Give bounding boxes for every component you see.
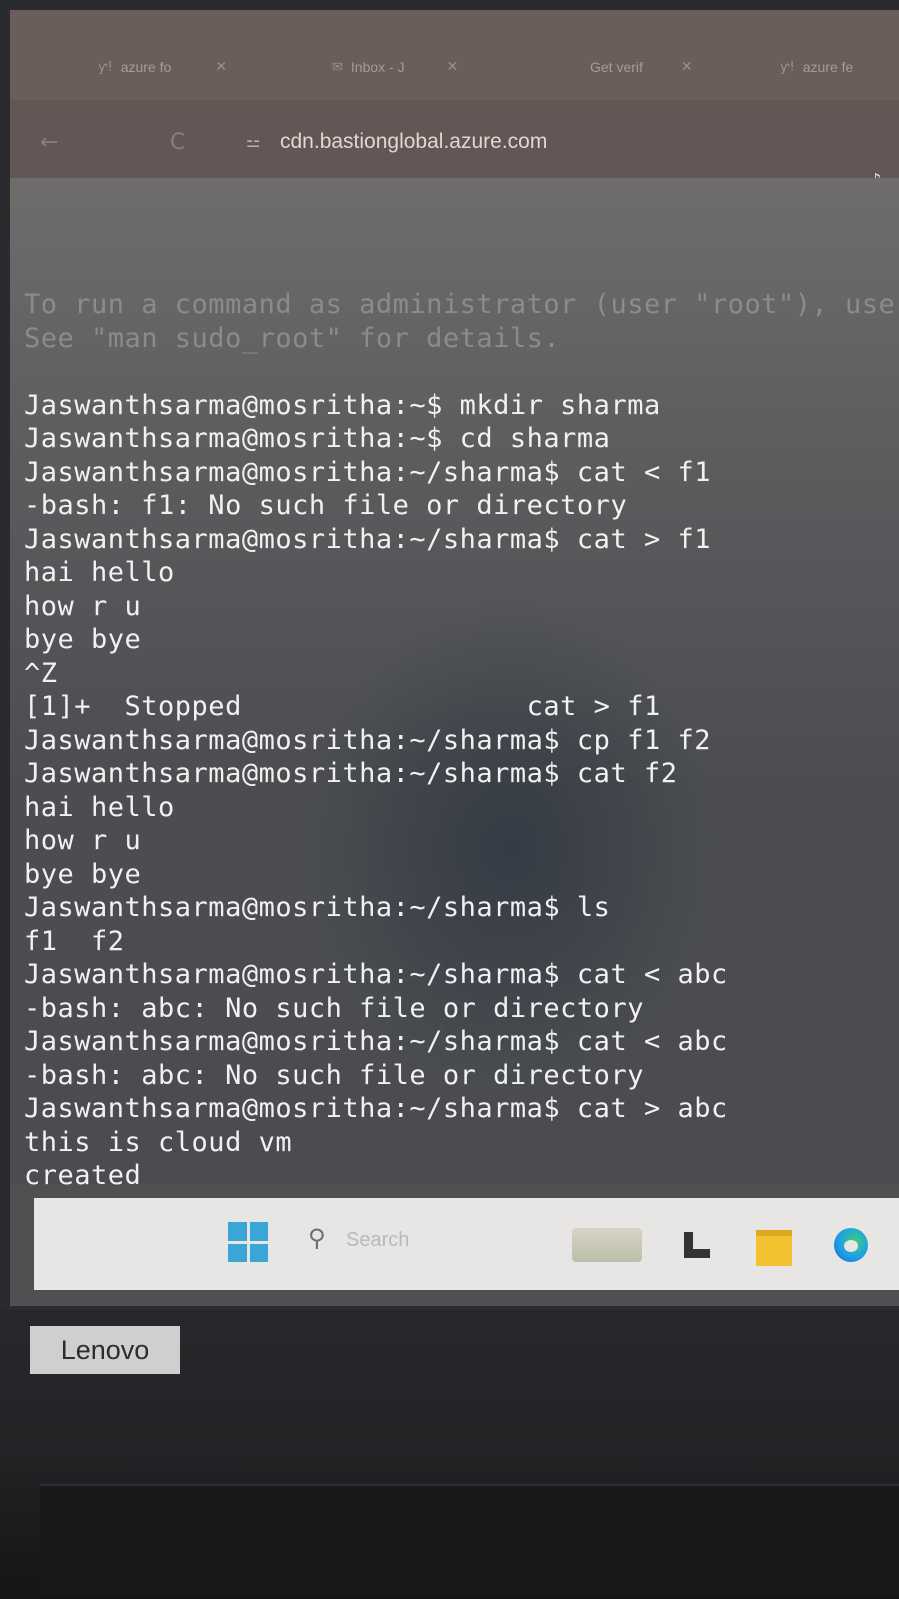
- terminal-line: created: [24, 1160, 142, 1191]
- app-icon[interactable]: [684, 1232, 710, 1258]
- tab-label: Get verif: [590, 59, 643, 75]
- terminal-window[interactable]: To run a command as administrator (user …: [10, 178, 899, 1191]
- terminal-line: Jaswanthsarma@mosritha:~/sharma$ cat f2: [24, 758, 678, 789]
- terminal-line: To run a command as administrator (user …: [24, 289, 896, 320]
- azure-favicon-icon: ƴ!: [780, 59, 795, 75]
- terminal-line: Jaswanthsarma@mosritha:~/sharma$ cat < a…: [24, 1026, 728, 1057]
- laptop-hinge: [40, 1484, 899, 1596]
- terminal-line: how r u: [24, 590, 142, 622]
- close-icon[interactable]: ✕: [447, 59, 459, 75]
- browser-tab[interactable]: Get verif ✕: [590, 52, 693, 82]
- edge-browser-icon[interactable]: [834, 1228, 868, 1262]
- terminal-line: -bash: abc: No such file or directory: [24, 1059, 644, 1091]
- terminal-line: Jaswanthsarma@mosritha:~/sharma$ cat > f…: [24, 523, 711, 555]
- windows-taskbar: ⚲ Search: [34, 1198, 899, 1290]
- terminal-line: Jaswanthsarma@mosritha:~$ cd sharma: [24, 423, 611, 454]
- terminal-line: how r u: [24, 825, 142, 856]
- widgets-icon[interactable]: [572, 1228, 642, 1262]
- terminal-line: -bash: f1: No such file or directory: [24, 490, 628, 521]
- terminal-line: See "man sudo_root" for details.: [24, 322, 561, 354]
- laptop-screen: ƴ! azure fo ✕ ✉ Inbox - J ✕ Get verif ✕ …: [10, 10, 899, 1306]
- search-icon[interactable]: ⚲: [308, 1224, 326, 1252]
- taskbar-search-box[interactable]: Search: [346, 1229, 409, 1252]
- lenovo-logo: Lenovo: [30, 1326, 180, 1374]
- terminal-line: Jaswanthsarma@mosritha:~/sharma$ cat > a…: [24, 1093, 728, 1124]
- mail-favicon-icon: ✉: [332, 59, 343, 75]
- browser-tab[interactable]: ƴ! azure fe: [780, 52, 853, 82]
- browser-tab[interactable]: ƴ! azure fo ✕: [98, 52, 227, 82]
- close-icon[interactable]: ✕: [681, 59, 693, 75]
- terminal-line: hai hello: [24, 791, 175, 823]
- terminal-line: Jaswanthsarma@mosritha:~$ mkdir sharma: [24, 389, 661, 421]
- browser-tab-bar: ƴ! azure fo ✕ ✉ Inbox - J ✕ Get verif ✕ …: [10, 10, 899, 100]
- reload-icon[interactable]: C: [170, 130, 185, 155]
- browser-tab[interactable]: ✉ Inbox - J ✕: [332, 52, 458, 82]
- terminal-line: f1 f2: [24, 925, 125, 957]
- terminal-output: To run a command as administrator (user …: [24, 288, 899, 1193]
- terminal-line: this is cloud vm: [24, 1126, 293, 1158]
- terminal-line: bye bye: [24, 624, 142, 655]
- tab-label: Inbox - J: [350, 59, 405, 75]
- terminal-line: Jaswanthsarma@mosritha:~/sharma$ cp f1 f…: [24, 724, 711, 756]
- windows-start-icon[interactable]: [228, 1222, 268, 1262]
- tab-label: azure fo: [120, 59, 172, 75]
- terminal-line: hai hello: [24, 557, 175, 588]
- terminal-line: Jaswanthsarma@mosritha:~/sharma$ cat < f…: [24, 456, 711, 488]
- site-info-icon[interactable]: ⚍: [246, 132, 260, 151]
- terminal-line: bye bye: [24, 858, 142, 890]
- azure-favicon-icon: ƴ!: [98, 59, 113, 75]
- close-icon[interactable]: ✕: [215, 59, 227, 75]
- file-explorer-icon[interactable]: [756, 1230, 792, 1266]
- terminal-line: [1]+ Stopped cat > f1: [24, 691, 661, 722]
- back-icon[interactable]: ←: [40, 130, 58, 155]
- photo: ƴ! azure fo ✕ ✉ Inbox - J ✕ Get verif ✕ …: [0, 0, 899, 1599]
- tab-label: azure fe: [802, 59, 854, 75]
- terminal-line: Jaswanthsarma@mosritha:~/sharma$ cat < a…: [24, 959, 728, 990]
- terminal-line: -bash: abc: No such file or directory: [24, 992, 644, 1024]
- terminal-line: ^Z: [24, 657, 58, 689]
- terminal-line: Jaswanthsarma@mosritha:~/sharma$ ls: [24, 892, 611, 923]
- url-field[interactable]: cdn.bastionglobal.azure.com: [280, 130, 547, 154]
